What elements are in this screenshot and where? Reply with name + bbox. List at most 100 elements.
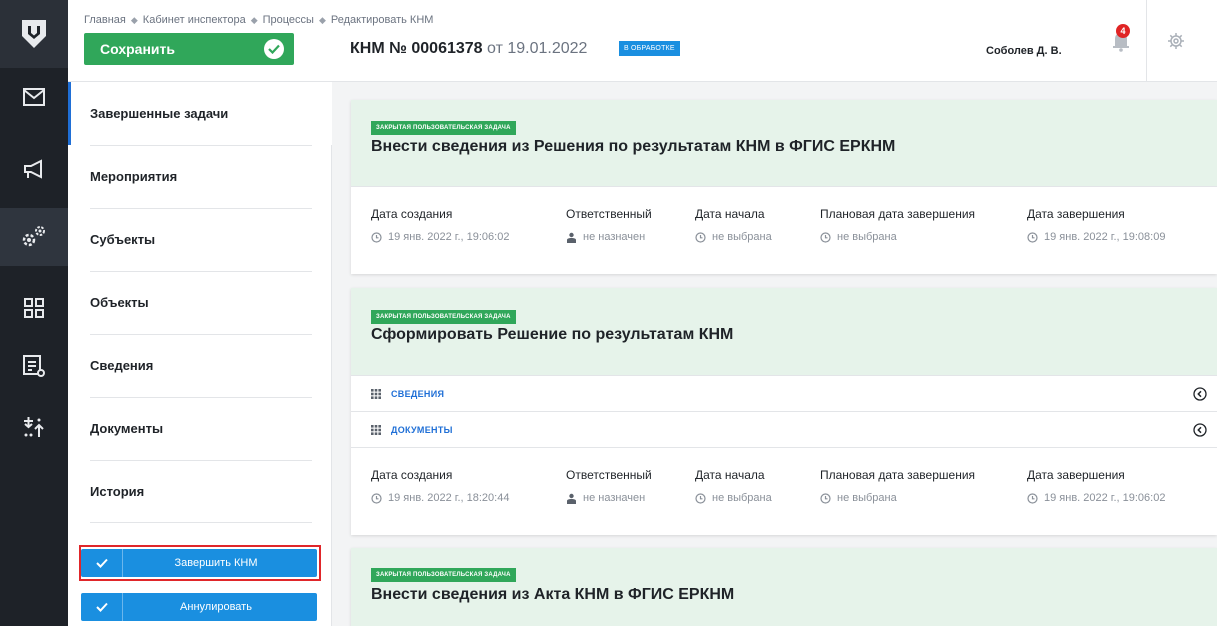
- task-status-tag: ЗАКРЫТАЯ ПОЛЬЗОВАТЕЛЬСКАЯ ЗАДАЧА: [371, 568, 516, 582]
- sidebar-item-label: Завершенные задачи: [90, 106, 229, 121]
- clock-icon: [371, 492, 382, 504]
- expand-info-row[interactable]: СВЕДЕНИЯ: [351, 375, 1217, 411]
- sidebar-item-events[interactable]: Мероприятия: [68, 145, 332, 208]
- task-status-tag: ЗАКРЫТАЯ ПОЛЬЗОВАТЕЛЬСКАЯ ЗАДАЧА: [371, 121, 516, 135]
- breadcrumb-home[interactable]: Главная: [84, 14, 126, 26]
- save-button[interactable]: Сохранить: [84, 33, 294, 65]
- check-circle-icon: [264, 39, 284, 59]
- breadcrumb: Главная ◆ Кабинет инспектора ◆ Процессы ◆ Реда…: [84, 14, 433, 26]
- responsible-value: не назначен: [583, 231, 646, 243]
- row-label: СВЕДЕНИЯ: [391, 388, 445, 399]
- sidebar-item-label: История: [90, 484, 145, 499]
- sidebar-item-history[interactable]: История: [68, 460, 332, 523]
- page-header: Главная ◆ Кабинет инспектора ◆ Процессы ◆ Реда…: [68, 0, 1217, 82]
- created-label: Дата создания: [371, 468, 453, 482]
- save-button-label: Сохранить: [100, 41, 175, 57]
- breadcrumb-separator: ◆: [130, 15, 138, 25]
- settings-gear-icon[interactable]: [1163, 28, 1189, 54]
- task-title[interactable]: Внести сведения из Решения по результата…: [371, 138, 1217, 156]
- task-meta: Дата создания 19 янв. 2022 г., 18:20:44 …: [351, 447, 1217, 535]
- dashboard-icon[interactable]: [0, 279, 68, 337]
- chevron-circle-left-icon[interactable]: [1193, 387, 1207, 401]
- clock-icon: [820, 231, 831, 243]
- page-title: КНМ № 00061378 от 19.01.2022: [350, 40, 587, 58]
- task-card: ЗАКРЫТАЯ ПОЛЬЗОВАТЕЛЬСКАЯ ЗАДАЧА Внести …: [351, 548, 1217, 626]
- divider: [90, 145, 312, 146]
- breadcrumb-current: Редактировать КНМ: [330, 14, 434, 26]
- start-date: Дата начала не выбрана: [695, 468, 772, 504]
- responsible: Ответственный не назначен: [566, 207, 652, 243]
- sidebar-item-label: Документы: [90, 421, 164, 436]
- user-icon: [567, 232, 576, 243]
- knm-number: КНМ № 00061378: [350, 40, 483, 57]
- divider: [90, 460, 312, 461]
- breadcrumb-processes[interactable]: Процессы: [263, 14, 314, 26]
- sidebar-item-info[interactable]: Сведения: [68, 334, 332, 397]
- annul-button[interactable]: Аннулировать: [81, 593, 317, 621]
- divider: [90, 271, 312, 272]
- created-label: Дата создания: [371, 207, 453, 221]
- gears-icon[interactable]: [0, 208, 68, 266]
- knm-date: от 19.01.2022: [487, 40, 588, 57]
- clock-icon: [1027, 231, 1038, 243]
- breadcrumb-cabinet[interactable]: Кабинет инспектора: [143, 14, 246, 26]
- mail-icon[interactable]: [0, 68, 68, 126]
- planned-end-value: не выбрана: [837, 492, 897, 504]
- start-label: Дата начала: [695, 468, 765, 482]
- user-icon: [567, 493, 576, 504]
- divider: [90, 208, 312, 209]
- divider: [90, 334, 312, 335]
- clock-icon: [695, 231, 706, 243]
- end-value: 19 янв. 2022 г., 19:06:02: [1044, 492, 1166, 504]
- end-label: Дата завершения: [1027, 468, 1125, 482]
- start-label: Дата начала: [695, 207, 765, 221]
- clock-icon: [820, 492, 831, 504]
- start-value: не выбрана: [712, 492, 772, 504]
- sidebar-item-subjects[interactable]: Субъекты: [68, 208, 332, 271]
- megaphone-icon[interactable]: [0, 140, 68, 198]
- grid-icon: [371, 424, 381, 435]
- sidebar-item-documents[interactable]: Документы: [68, 397, 332, 460]
- breadcrumb-separator: ◆: [318, 15, 326, 25]
- planned-end-value: не выбрана: [837, 231, 897, 243]
- grid-icon: [371, 388, 381, 399]
- breadcrumb-separator: ◆: [250, 15, 258, 25]
- end-date: Дата завершения 19 янв. 2022 г., 19:06:0…: [1027, 468, 1165, 504]
- task-title[interactable]: Сформировать Решение по результатам КНМ: [371, 326, 1217, 344]
- responsible-value: не назначен: [583, 492, 646, 504]
- end-value: 19 янв. 2022 г., 19:08:09: [1044, 231, 1166, 243]
- sidebar-item-label: Сведения: [90, 358, 154, 373]
- report-icon[interactable]: [0, 337, 68, 395]
- responsible: Ответственный не назначен: [566, 468, 652, 504]
- tasks-list: ЗАКРЫТАЯ ПОЛЬЗОВАТЕЛЬСКАЯ ЗАДАЧА Внести …: [333, 82, 1217, 626]
- sidebar-item-label: Мероприятия: [90, 169, 178, 184]
- sidebar-item-label: Объекты: [90, 295, 149, 310]
- icon-rail: [0, 0, 68, 626]
- sidebar-item-objects[interactable]: Объекты: [68, 271, 332, 334]
- expand-documents-row[interactable]: ДОКУМЕНТЫ: [351, 411, 1217, 447]
- clock-icon: [1027, 492, 1038, 504]
- created-date: Дата создания 19 янв. 2022 г., 19:06:02: [371, 207, 509, 243]
- sidebar-item-label: Субъекты: [90, 232, 156, 247]
- sidebar-item-completed-tasks[interactable]: Завершенные задачи: [68, 82, 332, 145]
- divider: [90, 397, 312, 398]
- task-title[interactable]: Внести сведения из Акта КНМ в ФГИС ЕРКНМ: [371, 586, 1217, 604]
- task-card: ЗАКРЫТАЯ ПОЛЬЗОВАТЕЛЬСКАЯ ЗАДАЧА Сформир…: [351, 288, 1217, 535]
- notifications-button[interactable]: 4: [1108, 24, 1134, 52]
- annul-label: Аннулировать: [180, 601, 252, 613]
- divider: [90, 522, 312, 523]
- checkmark-icon: [81, 593, 123, 621]
- task-status-tag: ЗАКРЫТАЯ ПОЛЬЗОВАТЕЛЬСКАЯ ЗАДАЧА: [371, 310, 516, 324]
- task-card: ЗАКРЫТАЯ ПОЛЬЗОВАТЕЛЬСКАЯ ЗАДАЧА Внести …: [351, 100, 1217, 274]
- created-value: 19 янв. 2022 г., 18:20:44: [388, 492, 510, 504]
- chevron-circle-left-icon[interactable]: [1193, 423, 1207, 437]
- shield-logo-icon[interactable]: [0, 0, 68, 68]
- row-label: ДОКУМЕНТЫ: [391, 424, 453, 435]
- planned-end-label: Плановая дата завершения: [820, 207, 976, 221]
- user-name[interactable]: Соболев Д. В.: [986, 45, 1062, 57]
- responsible-label: Ответственный: [566, 468, 652, 482]
- created-date: Дата создания 19 янв. 2022 г., 18:20:44: [371, 468, 509, 504]
- process-icon[interactable]: [0, 398, 68, 456]
- created-value: 19 янв. 2022 г., 19:06:02: [388, 231, 510, 243]
- responsible-label: Ответственный: [566, 207, 652, 221]
